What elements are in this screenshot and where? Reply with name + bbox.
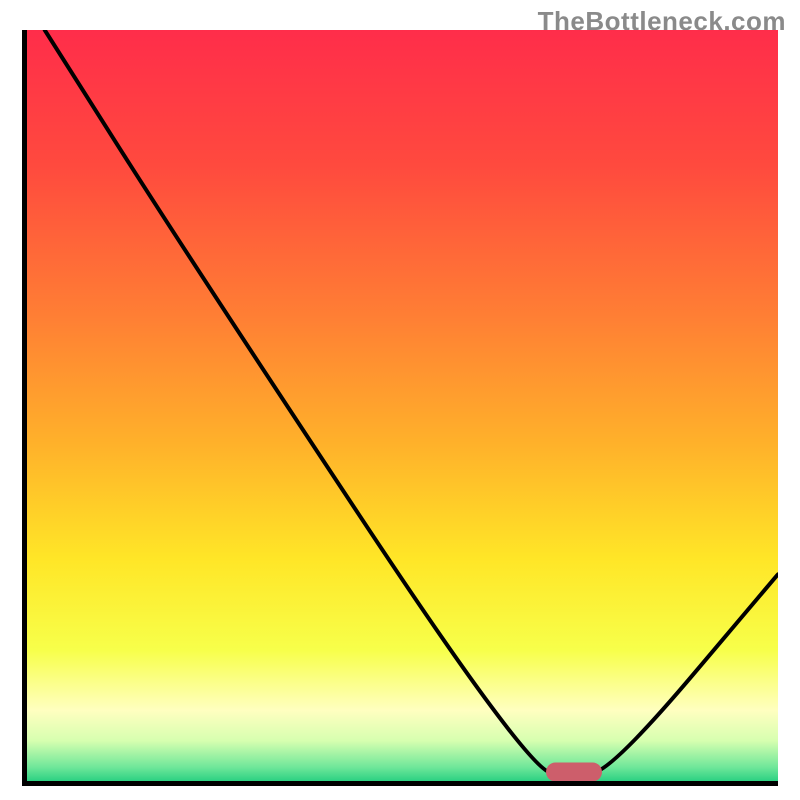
plot-area (22, 30, 778, 786)
bottleneck-curve (22, 30, 778, 786)
x-axis (22, 781, 778, 786)
optimal-marker (546, 763, 602, 782)
chart-stage: TheBottleneck.com (0, 0, 800, 800)
y-axis (22, 30, 27, 786)
